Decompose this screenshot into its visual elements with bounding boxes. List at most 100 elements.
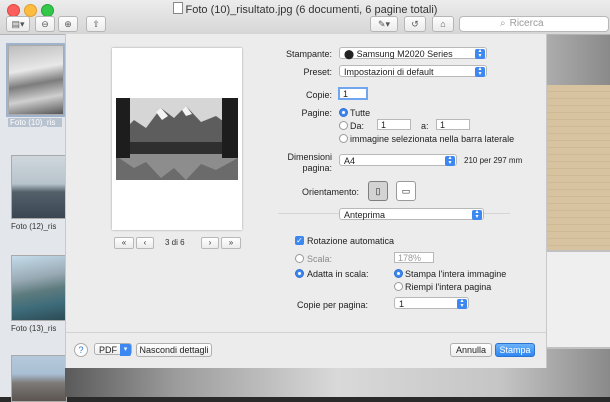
popup-arrows-icon: ▴ ▾ <box>457 298 467 309</box>
thumbnail-item[interactable]: Foto (12)_ris <box>11 155 67 231</box>
popup-arrows-icon: ▴ ▾ <box>472 209 482 220</box>
popup-arrows-icon: ▴ ▾ <box>475 66 485 77</box>
pages-label: Pagine: <box>301 108 332 118</box>
window-title-text: Foto (10)_risultato.jpg (6 documenti, 6 … <box>185 4 438 16</box>
sidebar-toggle-button[interactable]: ▤▾ <box>6 16 30 32</box>
zoom-out-button[interactable]: ⊖ <box>35 16 55 32</box>
previous-page-button[interactable]: ‹ <box>136 237 154 249</box>
portrait-orientation-button[interactable]: ▯ <box>368 181 388 201</box>
thumbnail-caption: Foto (10)_ris <box>8 118 62 127</box>
fit-whole-label: Stampa l'intera immagine <box>405 269 507 279</box>
section-value: Anteprima <box>344 210 386 220</box>
next-page-button[interactable]: › <box>201 237 219 249</box>
printer-value: Samsung M2020 Series <box>356 49 453 59</box>
landscape-icon: ▭ <box>401 186 411 196</box>
checkmark-icon: ✓ <box>296 236 303 245</box>
help-button[interactable]: ? <box>74 343 88 357</box>
pdf-label: PDF <box>99 345 117 355</box>
thumbnail-image <box>11 255 67 321</box>
document-icon <box>172 2 183 14</box>
printer-icon: ⬤ <box>344 49 357 59</box>
fit-fill-label: Riempi l'intera pagina <box>405 282 492 292</box>
pen-icon: ✎▾ <box>377 19 391 29</box>
cancel-button[interactable]: Annulla <box>450 343 492 357</box>
pages-all-radio[interactable] <box>339 108 348 117</box>
thumbnail-caption: Foto (13)_ris <box>11 324 57 333</box>
fit-label: Adatta in scala: <box>307 269 369 279</box>
pages-selected-label: immagine selezionata nella barra lateral… <box>350 134 515 144</box>
printer-popup[interactable]: ⬤ Samsung M2020 Series ▴ ▾ <box>339 47 487 59</box>
pages-all-label: Tutte <box>350 108 371 118</box>
preset-label: Preset: <box>303 67 332 77</box>
zoom-in-icon: ⊕ <box>64 19 72 29</box>
preset-value: Impostazioni di default <box>344 67 434 77</box>
thumbnail-image <box>6 43 66 117</box>
pages-selected-radio[interactable] <box>339 134 348 143</box>
window-title: Foto (10)_risultato.jpg (6 documenti, 6 … <box>0 2 610 16</box>
toolbox-button[interactable]: ⌂ <box>432 16 454 32</box>
paper-size-dimensions: 210 per 297 mm <box>464 156 523 165</box>
pdf-menu-button[interactable]: PDF ▾ <box>94 343 132 356</box>
hide-details-button[interactable]: Nascondi dettagli <box>136 343 212 357</box>
section-popup[interactable]: Anteprima ▴ ▾ <box>339 208 484 220</box>
auto-rotate-checkbox[interactable]: ✓ <box>295 236 304 245</box>
pages-from-field[interactable]: 1 <box>377 119 411 130</box>
auto-rotate-label: Rotazione automatica <box>307 236 395 246</box>
thumbnail-item[interactable]: Foto (10)_ris <box>6 43 66 127</box>
chevron-down-icon: ▾ <box>120 344 131 356</box>
zoom-out-icon: ⊖ <box>41 19 49 29</box>
search-field[interactable]: ⌕ Ricerca <box>459 16 609 32</box>
thumbnail-image <box>11 155 67 219</box>
fit-radio[interactable] <box>295 269 304 278</box>
thumbnail-item[interactable]: Foto (13)_ris <box>11 255 67 333</box>
popup-arrows-icon: ▴ ▾ <box>475 48 485 59</box>
paper-size-value: A4 <box>344 156 356 166</box>
thumbnail-caption: Foto (12)_ris <box>11 222 57 231</box>
copies-per-page-value: 1 <box>399 299 405 309</box>
document-image-window <box>545 250 610 349</box>
pages-to-label: a: <box>421 121 429 131</box>
copies-per-page-label: Copie per pagina: <box>297 300 369 310</box>
search-placeholder: Ricerca <box>509 18 544 29</box>
printer-label: Stampante: <box>285 49 332 59</box>
pages-from-label: Da: <box>350 121 365 131</box>
pages-range-radio[interactable] <box>339 121 348 130</box>
page-indicator: 3 di 6 <box>165 238 185 247</box>
preview-photo <box>116 98 238 180</box>
zoom-in-button[interactable]: ⊕ <box>58 16 78 32</box>
paper-size-label-line2: pagina: <box>302 163 332 173</box>
markup-button[interactable]: ✎▾ <box>370 16 398 32</box>
pages-to-field[interactable]: 1 <box>436 119 470 130</box>
thumbnail-image <box>11 355 67 402</box>
landscape-orientation-button[interactable]: ▭ <box>396 181 416 201</box>
copies-field[interactable]: 1 <box>338 87 368 100</box>
print-button[interactable]: Stampa <box>495 343 535 357</box>
fit-fill-radio[interactable] <box>394 282 403 291</box>
popup-arrows-icon: ▴ ▾ <box>445 155 455 166</box>
paper-size-label-line1: Dimensioni <box>287 152 332 162</box>
print-preview-page <box>112 48 242 230</box>
footer-divider <box>66 332 546 333</box>
copies-per-page-popup[interactable]: 1 ▴ ▾ <box>394 297 469 309</box>
first-page-button[interactable]: « <box>114 237 134 249</box>
last-page-button[interactable]: » <box>221 237 241 249</box>
toolbox-icon: ⌂ <box>440 19 446 29</box>
rotate-button[interactable]: ↺ <box>404 16 426 32</box>
sidebar-icon: ▤▾ <box>11 19 25 29</box>
share-button[interactable]: ⇧ <box>86 16 106 32</box>
scale-label: Scala: <box>307 254 333 264</box>
scale-field[interactable]: 178% <box>394 252 434 263</box>
search-icon: ⌕ <box>500 18 506 29</box>
preset-popup[interactable]: Impostazioni di default ▴ ▾ <box>339 65 487 77</box>
copies-label: Copie: <box>305 90 332 100</box>
portrait-icon: ▯ <box>375 186 381 196</box>
thumbnail-sidebar: Foto (10)_ris Foto (12)_ris Foto (13)_ri… <box>0 35 67 402</box>
fit-whole-radio[interactable] <box>394 269 403 278</box>
paper-size-popup[interactable]: A4 ▴ ▾ <box>339 154 457 166</box>
window-titlebar: Foto (10)_risultato.jpg (6 documenti, 6 … <box>0 0 610 35</box>
orientation-label: Orientamento: <box>301 187 359 197</box>
print-dialog: « ‹ 3 di 6 › » Stampante: ⬤ Samsung M202… <box>65 34 547 368</box>
share-icon: ⇧ <box>92 19 100 29</box>
thumbnail-item[interactable] <box>11 355 67 402</box>
scale-radio[interactable] <box>295 254 304 263</box>
